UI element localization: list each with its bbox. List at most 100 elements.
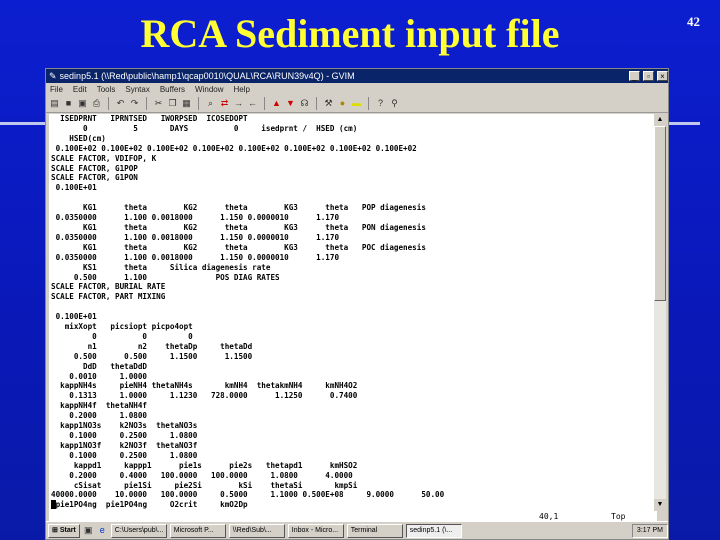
menu-tools[interactable]: Tools bbox=[97, 85, 116, 94]
desktop-icon[interactable]: ▣ bbox=[83, 525, 94, 536]
scroll-position: Top bbox=[611, 512, 626, 521]
tags-icon[interactable]: ▬ bbox=[351, 98, 362, 109]
editor-line[interactable]: pie1PO4ng pie1PO4ng O2crit kmO2Dp bbox=[51, 500, 657, 510]
menu-window[interactable]: Window bbox=[195, 85, 223, 94]
editor-line[interactable]: 0.2000 0.4000 100.0000 100.0000 1.0800 4… bbox=[51, 471, 657, 481]
editor-line[interactable]: 0 5 DAYS 0 isedprnt / HSED (cm) bbox=[51, 124, 657, 134]
editor-line[interactable]: SCALE FACTOR, VDIFOP, K bbox=[51, 154, 657, 164]
editor-line[interactable]: 0.100E+01 bbox=[51, 183, 657, 193]
load-session-icon[interactable]: ▲ bbox=[271, 98, 282, 109]
find-next-icon[interactable]: → bbox=[233, 98, 244, 109]
taskbar-item[interactable]: C:\Users\pub\... bbox=[110, 523, 167, 538]
editor-line[interactable]: kapp1NO3f k2NO3f thetaNO3f bbox=[51, 441, 657, 451]
title-bar: ✎ sedinp5.1 (\\Red\public\hamp1\qcap0010… bbox=[46, 69, 668, 83]
editor-line[interactable]: KG1 theta KG2 theta KG3 theta POP diagen… bbox=[51, 203, 657, 213]
editor-line[interactable]: 0.1000 0.2500 1.0800 bbox=[51, 451, 657, 461]
cursor-position: 40,1 bbox=[539, 512, 559, 521]
editor-line[interactable]: 0 0 0 bbox=[51, 332, 657, 342]
editor-line[interactable]: SCALE FACTOR, BURIAL RATE bbox=[51, 282, 657, 292]
editor-line[interactable]: cSisat pie1Si pie2Si kSi thetaSi kmpSi bbox=[51, 481, 657, 491]
editor-line[interactable]: mixXopt picsiopt picpo4opt bbox=[51, 322, 657, 332]
menu-edit[interactable]: Edit bbox=[73, 85, 87, 94]
editor-line[interactable]: 0.0010 1.0000 bbox=[51, 372, 657, 382]
shell-icon[interactable]: ● bbox=[337, 98, 348, 109]
editor-line[interactable]: KS1 theta Silica diagenesis rate bbox=[51, 263, 657, 273]
editor-line[interactable] bbox=[51, 302, 657, 312]
editor-line[interactable]: 0.2000 1.0800 bbox=[51, 411, 657, 421]
editor-line[interactable]: kapp1NO3s k2NO3s thetaNO3s bbox=[51, 421, 657, 431]
editor-line[interactable]: SCALE FACTOR, G1POP bbox=[51, 164, 657, 174]
make-icon[interactable]: ⚒ bbox=[323, 98, 334, 109]
system-tray: 3:17 PM bbox=[631, 523, 668, 538]
editor-line[interactable]: 0.100E+02 0.100E+02 0.100E+02 0.100E+02 … bbox=[51, 144, 657, 154]
editor-line[interactable]: kappNH4f thetaNH4f bbox=[51, 401, 657, 411]
taskbar-item[interactable]: Inbox - Micro... bbox=[287, 523, 344, 538]
scroll-down-icon[interactable]: ▼ bbox=[654, 499, 666, 511]
editor-line[interactable]: 0.0350000 1.100 0.0018000 1.150 0.000001… bbox=[51, 233, 657, 243]
help-icon[interactable]: ? bbox=[375, 98, 386, 109]
start-button[interactable]: ⊞ Start bbox=[48, 523, 80, 538]
copy-icon[interactable]: ❐ bbox=[167, 98, 178, 109]
save-session-icon[interactable]: ▼ bbox=[285, 98, 296, 109]
taskbar-item[interactable]: \\Red\Sub\... bbox=[228, 523, 285, 538]
save-all-icon[interactable]: ▣ bbox=[77, 98, 88, 109]
editor-line[interactable]: SCALE FACTOR, PART MIXING bbox=[51, 292, 657, 302]
editor-line[interactable]: DdD thetaDdD bbox=[51, 362, 657, 372]
menu-buffers[interactable]: Buffers bbox=[160, 85, 185, 94]
editor-line[interactable]: 0.1313 1.0000 1.1230 728.0000 1.1250 0.7… bbox=[51, 391, 657, 401]
paste-icon[interactable]: ▦ bbox=[181, 98, 192, 109]
minimize-button[interactable]: _ bbox=[629, 71, 640, 81]
editor-line[interactable]: 0.500 1.100 POS DIAG RATES bbox=[51, 273, 657, 283]
taskbar-item[interactable]: Microsoft P... bbox=[169, 523, 226, 538]
start-label: Start bbox=[59, 526, 76, 534]
editor-line[interactable]: 0.100E+01 bbox=[51, 312, 657, 322]
editor-line[interactable]: n1 n2 thetaDp thetaDd bbox=[51, 342, 657, 352]
menu-file[interactable]: File bbox=[50, 85, 63, 94]
browser-icon[interactable]: e bbox=[97, 525, 108, 536]
maximize-button[interactable]: ▫ bbox=[643, 71, 654, 81]
editor-line[interactable] bbox=[51, 193, 657, 203]
editor-line[interactable]: HSED(cm) bbox=[51, 134, 657, 144]
slide-title: RCA Sediment input file bbox=[140, 11, 560, 56]
taskbar-item[interactable]: Terminal bbox=[346, 523, 403, 538]
separator bbox=[368, 97, 369, 110]
taskbar-item-active[interactable]: sedinp5.1 (\... bbox=[405, 523, 462, 538]
vertical-scrollbar[interactable]: ▲ ▼ bbox=[654, 114, 666, 511]
taskbar: ⊞ Start ▣ e C:\Users\pub\... Microsoft P… bbox=[46, 521, 668, 539]
gvim-window: ✎ sedinp5.1 (\\Red\public\hamp1\qcap0010… bbox=[45, 68, 669, 540]
editor-line[interactable]: kappd1 kappp1 pie1s pie2s thetapd1 kmHSO… bbox=[51, 461, 657, 471]
find-help-icon[interactable]: ⚲ bbox=[389, 98, 400, 109]
editor-line[interactable]: kappNH4s pieNH4 thetaNH4s kmNH4 thetakmN… bbox=[51, 381, 657, 391]
find-prev-icon[interactable]: ← bbox=[247, 98, 258, 109]
replace-icon[interactable]: ⇄ bbox=[219, 98, 230, 109]
separator bbox=[264, 97, 265, 110]
editor-line[interactable]: 0.500 0.500 1.1500 1.1500 bbox=[51, 352, 657, 362]
save-icon[interactable]: ■ bbox=[63, 98, 74, 109]
menu-help[interactable]: Help bbox=[234, 85, 250, 94]
menu-bar: File Edit Tools Syntax Buffers Window He… bbox=[46, 83, 668, 95]
separator bbox=[198, 97, 199, 110]
cut-icon[interactable]: ✂ bbox=[153, 98, 164, 109]
scroll-up-icon[interactable]: ▲ bbox=[654, 114, 666, 126]
editor-line[interactable]: KG1 theta KG2 theta KG3 theta POC diagen… bbox=[51, 243, 657, 253]
run-script-icon[interactable]: ☊ bbox=[299, 98, 310, 109]
editor-line[interactable]: SCALE FACTOR, G1PON bbox=[51, 173, 657, 183]
close-button[interactable]: × bbox=[657, 71, 668, 81]
editor-line[interactable]: 0.0350000 1.100 0.0018000 1.150 0.000001… bbox=[51, 213, 657, 223]
toolbar: ▤ ■ ▣ ⎙ ↶ ↷ ✂ ❐ ▦ ⌕ ⇄ → ← ▲ ▼ ☊ ⚒ ● ▬ ? … bbox=[46, 95, 668, 113]
scroll-thumb[interactable] bbox=[654, 126, 666, 301]
redo-icon[interactable]: ↷ bbox=[129, 98, 140, 109]
editor-line[interactable]: 0.1000 0.2500 1.0800 bbox=[51, 431, 657, 441]
menu-syntax[interactable]: Syntax bbox=[125, 85, 149, 94]
editor-line[interactable]: ISEDPRNT IPRNTSED IWORPSED ICOSEDOPT bbox=[51, 114, 657, 124]
editor-line[interactable]: KG1 theta KG2 theta KG3 theta PON diagen… bbox=[51, 223, 657, 233]
undo-icon[interactable]: ↶ bbox=[115, 98, 126, 109]
editor-content[interactable]: ISEDPRNT IPRNTSED IWORPSED ICOSEDOPT 0 5… bbox=[49, 114, 657, 510]
editor-line[interactable]: 0.0350000 1.100 0.0018000 1.150 0.000001… bbox=[51, 253, 657, 263]
open-icon[interactable]: ▤ bbox=[49, 98, 60, 109]
editor-line[interactable]: 40000.0000 10.0000 100.0000 0.5000 1.100… bbox=[51, 490, 657, 500]
page-number: 42 bbox=[687, 14, 700, 29]
print-icon[interactable]: ⎙ bbox=[91, 98, 102, 109]
find-icon[interactable]: ⌕ bbox=[205, 98, 216, 109]
text-editor[interactable]: ISEDPRNT IPRNTSED IWORPSED ICOSEDOPT 0 5… bbox=[49, 114, 657, 511]
